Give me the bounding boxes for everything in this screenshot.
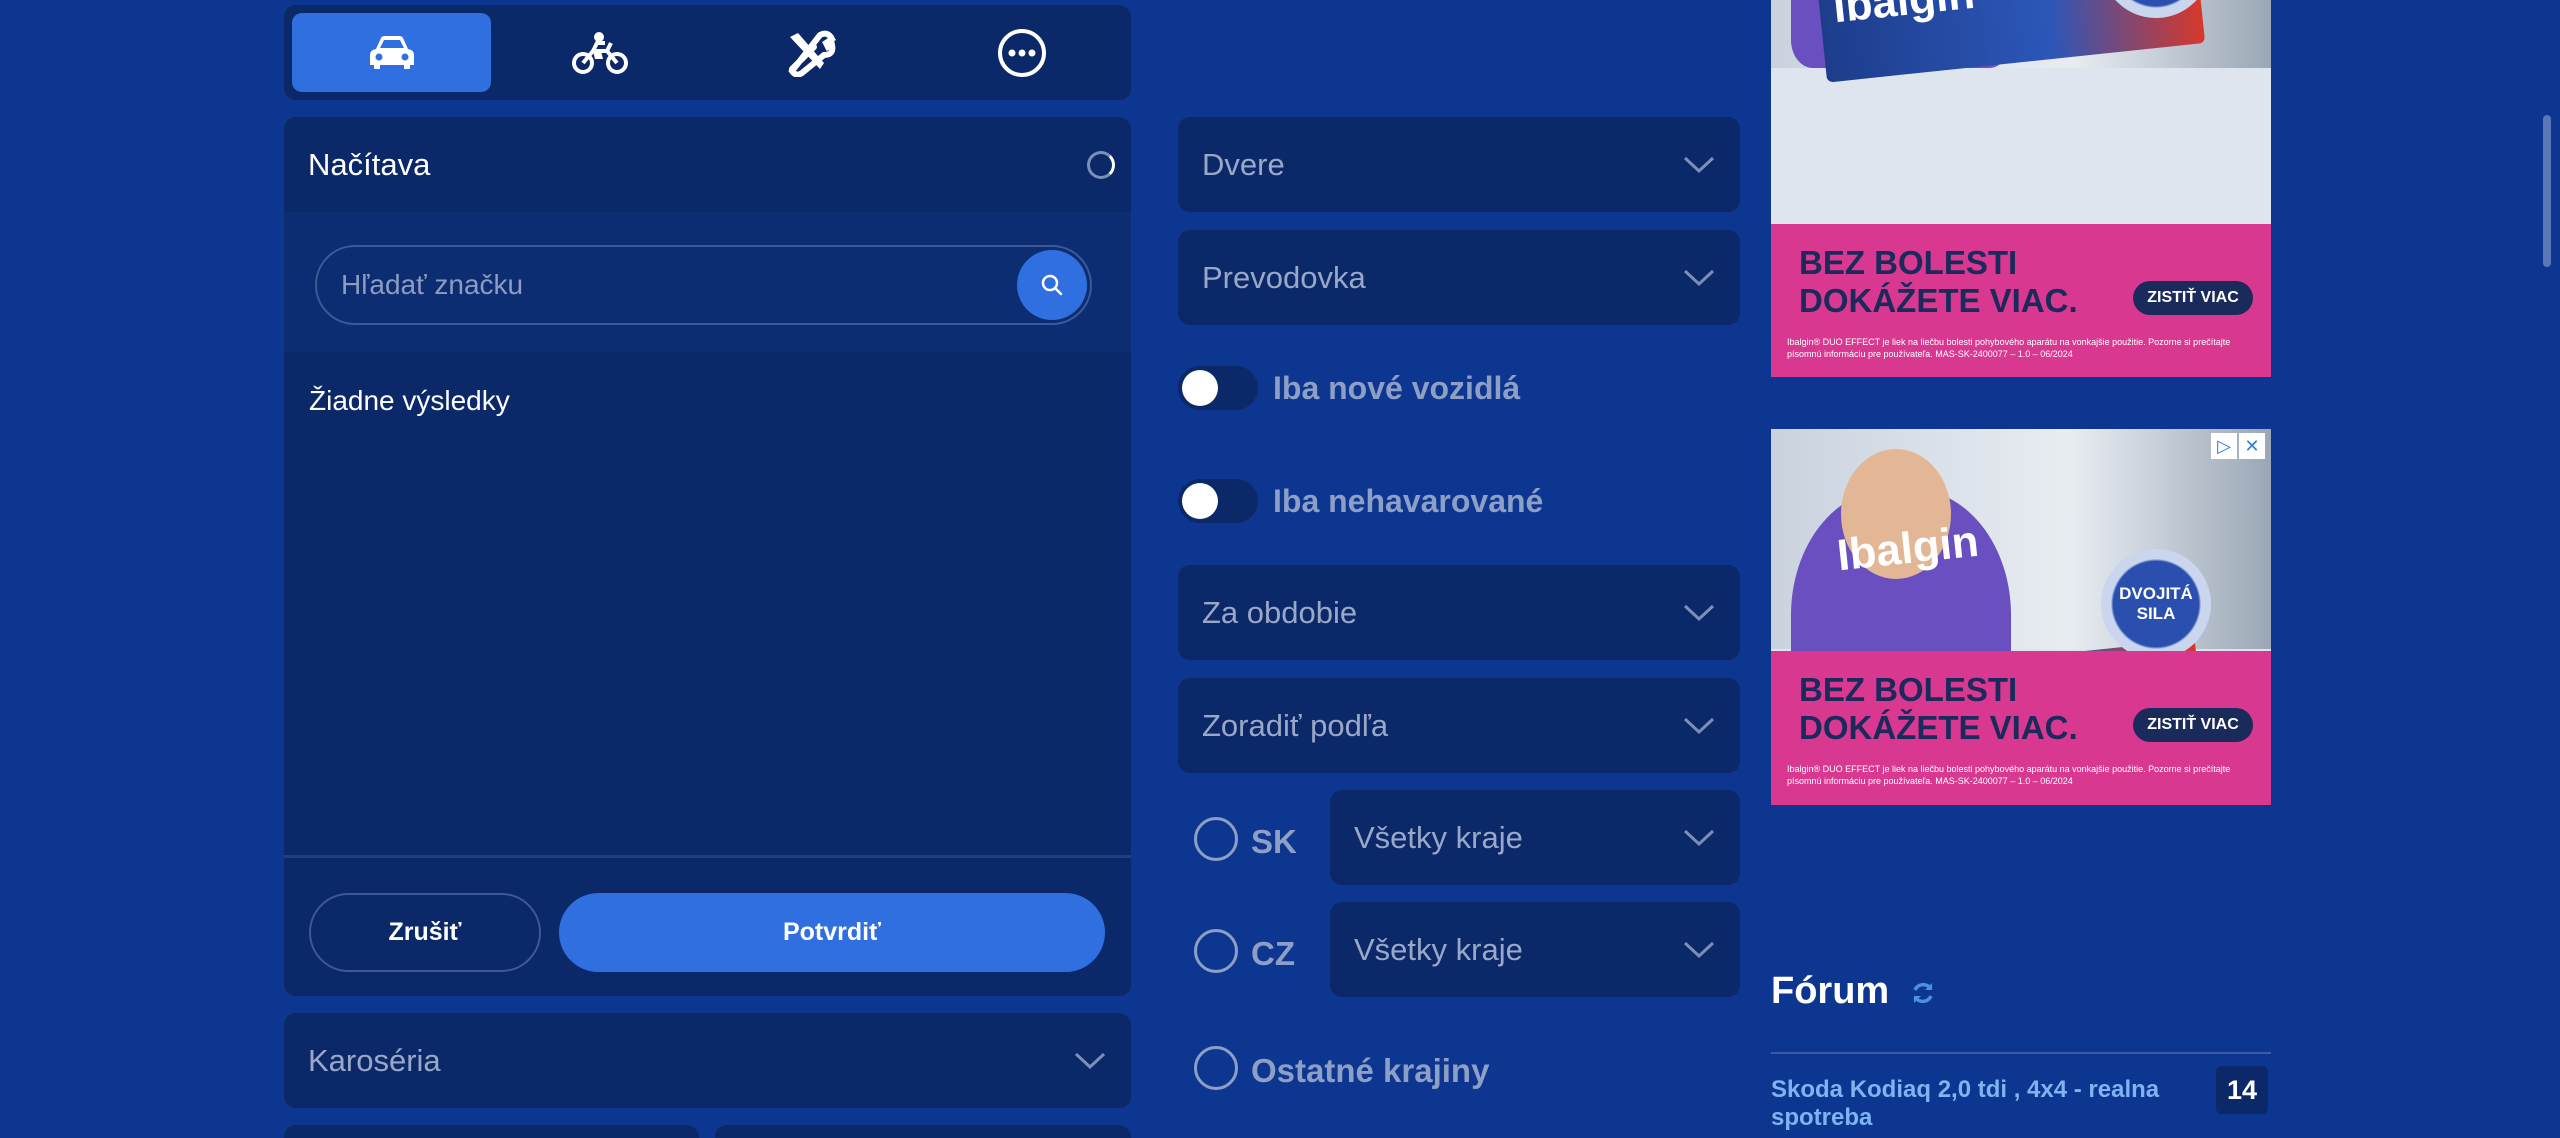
search-button[interactable] bbox=[1017, 250, 1087, 320]
tools-icon bbox=[788, 30, 836, 77]
chevron-down-icon bbox=[1683, 604, 1715, 621]
doors-label: Dvere bbox=[1202, 146, 1285, 182]
search-row: Hľadať značku bbox=[284, 212, 1131, 352]
search-icon bbox=[1041, 274, 1063, 296]
vehicle-type-tabs bbox=[284, 5, 1131, 100]
forum-thread-link[interactable]: Skoda Kodiaq 2,0 tdi , 4x4 - realna spot… bbox=[1771, 1076, 2211, 1132]
chevron-down-icon bbox=[1683, 717, 1715, 734]
ad-slogan-band: BEZ BOLESTI DOKÁŽETE VIAC. ZISTIŤ VIAC I… bbox=[1771, 224, 2271, 377]
karoseria-label: Karoséria bbox=[308, 1042, 441, 1078]
ad-choices-icon[interactable]: ▷ bbox=[2211, 433, 2237, 459]
tab-more[interactable] bbox=[920, 13, 1123, 92]
ad-slogan-line1: BEZ BOLESTI bbox=[1799, 244, 2018, 281]
forum-title: Fórum bbox=[1771, 970, 1890, 1012]
region-cz-select[interactable]: Všetky kraje bbox=[1330, 902, 1740, 997]
ad-fine-print: Ibalgin® DUO EFFECT je liek na liečbu bo… bbox=[1787, 764, 2231, 786]
confirm-button[interactable]: Potvrdiť bbox=[559, 893, 1105, 972]
chevron-down-icon bbox=[1683, 941, 1715, 958]
region-sk-select[interactable]: Všetky kraje bbox=[1330, 790, 1740, 885]
brand-select-value: Načítava bbox=[308, 146, 431, 182]
other-countries-radio[interactable] bbox=[1194, 1046, 1238, 1090]
forum-divider bbox=[1771, 1052, 2271, 1054]
period-select[interactable]: Za obdobie bbox=[1178, 565, 1740, 660]
tab-car[interactable] bbox=[292, 13, 491, 92]
brand-select[interactable]: Načítava bbox=[284, 117, 1131, 212]
motorcycle-icon bbox=[572, 31, 629, 74]
ad-close-icon[interactable]: ✕ bbox=[2239, 433, 2265, 459]
region-sk-label: SK bbox=[1251, 823, 1297, 860]
ad-slogan: BEZ BOLESTI DOKÁŽETE VIAC. bbox=[1799, 244, 2078, 320]
only-undamaged-toggle[interactable] bbox=[1178, 479, 1258, 523]
forum-reply-count: 14 bbox=[2216, 1066, 2268, 1114]
chevron-down-icon bbox=[1074, 1052, 1106, 1069]
ad-cta-button[interactable]: ZISTIŤ VIAC bbox=[2133, 281, 2253, 315]
sort-select[interactable]: Zoradiť podľa bbox=[1178, 678, 1740, 773]
no-results-text: Žiadne výsledky bbox=[309, 385, 510, 416]
ad-banner-top[interactable]: Ibalgin DVOJITÁ SILA BEZ BOLESTI DOKÁŽET… bbox=[1771, 0, 2271, 377]
transmission-label: Prevodovka bbox=[1202, 259, 1366, 295]
toggle-knob bbox=[1182, 483, 1218, 519]
divider bbox=[284, 855, 1131, 858]
doors-select[interactable]: Dvere bbox=[1178, 117, 1740, 212]
brand-search-input[interactable]: Hľadať značku bbox=[315, 245, 1092, 325]
chevron-down-icon bbox=[1683, 829, 1715, 846]
tab-motorcycle[interactable] bbox=[499, 13, 702, 92]
ad-banner-bottom[interactable]: Ibalgin DVOJITÁ SILA BEZ BOLESTI DOKÁŽET… bbox=[1771, 429, 2271, 805]
ad-fine-print: Ibalgin® DUO EFFECT je liek na liečbu bo… bbox=[1787, 337, 2231, 359]
ad-slogan-line2: DOKÁŽETE VIAC. bbox=[1799, 282, 2078, 319]
transmission-select[interactable]: Prevodovka bbox=[1178, 230, 1740, 325]
ad-cta-button[interactable]: ZISTIŤ VIAC bbox=[2133, 708, 2253, 742]
refresh-icon[interactable] bbox=[1910, 980, 1936, 1006]
forum-heading: Fórum bbox=[1771, 970, 1936, 1013]
model-select-partial[interactable] bbox=[715, 1125, 1131, 1138]
ad-slogan-line1: BEZ BOLESTI bbox=[1799, 671, 2018, 708]
only-undamaged-label: Iba nehavarované bbox=[1273, 483, 1544, 519]
ad-slogan-band: BEZ BOLESTI DOKÁŽETE VIAC. ZISTIŤ VIAC I… bbox=[1771, 651, 2271, 805]
toggle-knob bbox=[1182, 370, 1218, 406]
sort-label: Zoradiť podľa bbox=[1202, 707, 1389, 743]
tab-tools[interactable] bbox=[710, 13, 913, 92]
region-cz-label: CZ bbox=[1251, 935, 1295, 972]
search-placeholder: Hľadať značku bbox=[341, 269, 524, 300]
brand-dropdown-panel: Hľadať značku Žiadne výsledky Zrušiť Pot… bbox=[284, 212, 1131, 996]
region-sk-select-value: Všetky kraje bbox=[1354, 819, 1523, 855]
more-icon bbox=[997, 28, 1046, 77]
cancel-button[interactable]: Zrušiť bbox=[309, 893, 541, 972]
car-icon bbox=[369, 35, 414, 69]
ad-slogan: BEZ BOLESTI DOKÁŽETE VIAC. bbox=[1799, 671, 2078, 747]
region-sk-radio[interactable] bbox=[1194, 817, 1238, 861]
chevron-down-icon bbox=[1683, 269, 1715, 286]
other-countries-label: Ostatné krajiny bbox=[1251, 1052, 1490, 1089]
loading-spinner-icon bbox=[1087, 151, 1115, 179]
only-new-toggle[interactable] bbox=[1178, 366, 1258, 410]
only-new-label: Iba nové vozidlá bbox=[1273, 370, 1521, 406]
ad-slogan-line2: DOKÁŽETE VIAC. bbox=[1799, 709, 2078, 746]
make-select-partial[interactable] bbox=[284, 1125, 699, 1138]
chevron-down-icon bbox=[1683, 156, 1715, 173]
ad-seal: DVOJITÁ SILA bbox=[2101, 549, 2211, 659]
page-scrollbar[interactable] bbox=[2543, 115, 2551, 267]
karoseria-select[interactable]: Karoséria bbox=[284, 1013, 1131, 1108]
region-cz-select-value: Všetky kraje bbox=[1354, 931, 1523, 967]
region-cz-radio[interactable] bbox=[1194, 929, 1238, 973]
period-label: Za obdobie bbox=[1202, 594, 1358, 630]
